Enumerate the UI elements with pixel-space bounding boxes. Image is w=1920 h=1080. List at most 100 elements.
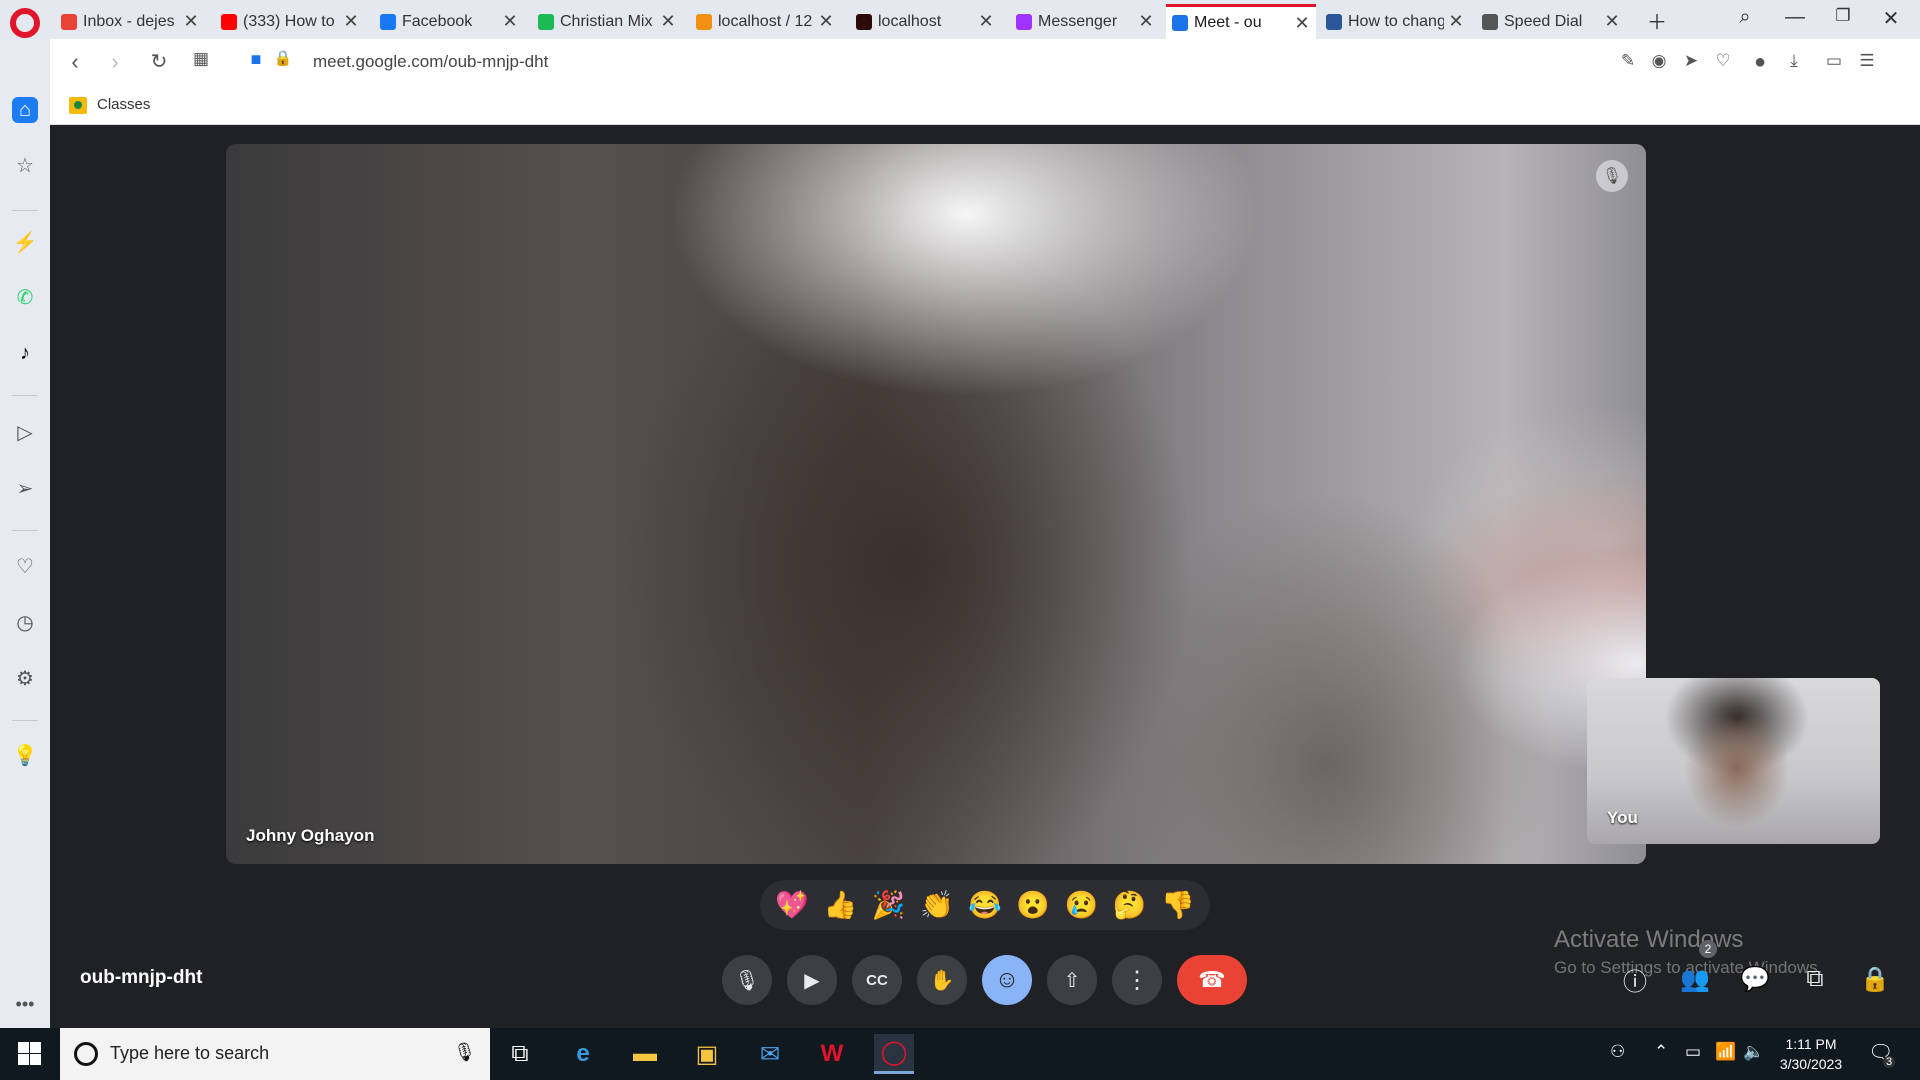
tab-1[interactable]: (333) How to ✕ — [215, 4, 365, 39]
tab-close-icon[interactable]: ✕ — [183, 11, 199, 32]
tab-close-icon[interactable]: ✕ — [1604, 11, 1620, 32]
url-field[interactable]: meet.google.com/oub-mnjp-dht — [313, 52, 548, 72]
tab-close-icon[interactable]: ✕ — [978, 11, 994, 32]
camera-icon[interactable]: ◉ — [1648, 51, 1670, 73]
camera-button[interactable]: ▶ — [787, 955, 837, 1005]
screen: Inbox - dejes ✕ (333) How to ✕ Facebook ✕ Chri… — [0, 0, 1920, 1080]
messenger-icon[interactable]: ⚡ — [12, 229, 38, 255]
people-tray-icon[interactable]: ⚇ — [1610, 1042, 1625, 1062]
battery-saver-icon[interactable]: ▭ — [1823, 51, 1845, 73]
reaction-emoji-6[interactable]: 😢 — [1060, 884, 1102, 926]
heart-icon[interactable]: ♡ — [1712, 51, 1734, 73]
reaction-emoji-7[interactable]: 🤔 — [1109, 884, 1151, 926]
forward-button[interactable]: › — [102, 49, 128, 75]
more-options-button[interactable]: ⋮ — [1112, 955, 1162, 1005]
task-view-icon[interactable]: ⧉ — [500, 1034, 540, 1074]
minimize-button[interactable]: — — [1780, 6, 1810, 29]
tab-6[interactable]: Messenger ✕ — [1010, 4, 1160, 39]
wifi-icon[interactable]: 📶 — [1715, 1042, 1736, 1062]
tab-5[interactable]: localhost ✕ — [850, 4, 1000, 39]
main-video-tile[interactable]: 🎙 Johny Oghayon — [226, 144, 1646, 864]
easy-setup-icon[interactable]: ☰ — [1856, 51, 1878, 73]
history-icon[interactable]: ◷ — [12, 609, 38, 635]
host-controls-button[interactable]: 🔒 — [1855, 957, 1895, 1001]
tab-4[interactable]: localhost / 12 ✕ — [690, 4, 840, 39]
volume-icon[interactable]: 🔈 — [1743, 1042, 1764, 1062]
home-icon[interactable]: ⌂ — [12, 97, 38, 123]
word-icon — [1326, 13, 1342, 30]
search-placeholder: Type here to search — [110, 1043, 270, 1063]
reaction-emoji-0[interactable]: 💖 — [771, 884, 813, 926]
battery-icon[interactable]: ▭ — [1685, 1042, 1701, 1062]
player-icon[interactable]: ▷ — [12, 419, 38, 445]
opera-taskbar-icon[interactable]: ◯ — [874, 1034, 914, 1074]
browser-tab-bar: Inbox - dejes ✕ (333) How to ✕ Facebook ✕ Chri… — [0, 0, 1920, 39]
taskbar-search[interactable]: Type here to search 🎙 — [60, 1028, 490, 1080]
tab-close-icon[interactable]: ✕ — [502, 11, 518, 32]
lock-icon[interactable]: 🔒 — [270, 49, 296, 67]
close-window-button[interactable]: ✕ — [1876, 6, 1906, 31]
reactions-button[interactable]: ☺ — [982, 955, 1032, 1005]
tab-8[interactable]: How to chang ✕ — [1320, 4, 1470, 39]
new-tab-button[interactable]: ＋ — [1642, 6, 1672, 35]
tab-close-icon[interactable]: ✕ — [1138, 11, 1154, 32]
voice-search-icon[interactable]: 🎙 — [453, 1042, 476, 1063]
opera-menu-icon[interactable] — [10, 8, 40, 38]
whatsapp-icon[interactable]: ✆ — [12, 284, 38, 310]
restore-button[interactable]: ❐ — [1828, 6, 1858, 26]
present-screen-button[interactable]: ⇧ — [1047, 955, 1097, 1005]
reaction-emoji-3[interactable]: 👏 — [916, 884, 958, 926]
tab-9[interactable]: Speed Dial ✕ — [1476, 4, 1626, 39]
more-icon[interactable]: ••• — [12, 991, 38, 1017]
tab-7[interactable]: Meet - ou ✕ — [1166, 4, 1316, 39]
download-icon[interactable]: ⤓ — [1783, 51, 1805, 73]
store-icon[interactable]: ▣ — [687, 1034, 727, 1074]
tab-close-icon[interactable]: ✕ — [343, 11, 359, 32]
microphone-button[interactable]: 🎙 — [722, 955, 772, 1005]
leave-call-button[interactable]: ☎ — [1177, 955, 1247, 1005]
tab-search-icon[interactable]: ⌕ — [1730, 6, 1760, 29]
captions-button[interactable]: CC — [852, 955, 902, 1005]
system-clock[interactable]: 1:11 PM 3/30/2023 — [1766, 1034, 1856, 1074]
tab-label: Facebook — [402, 12, 473, 30]
meeting-details-button[interactable]: ⓘ — [1615, 957, 1655, 1001]
bookmark-classes[interactable]: Classes — [97, 96, 150, 113]
reaction-emoji-8[interactable]: 👎 — [1157, 884, 1199, 926]
youtube-icon — [221, 13, 237, 30]
reaction-emoji-2[interactable]: 🎉 — [868, 884, 910, 926]
people-button[interactable]: 👥 — [1675, 957, 1715, 1001]
file-explorer-icon[interactable]: ▬ — [625, 1034, 665, 1074]
reaction-emoji-4[interactable]: 😂 — [964, 884, 1006, 926]
tab-2[interactable]: Facebook ✕ — [374, 4, 524, 39]
reaction-emoji-5[interactable]: 😮 — [1012, 884, 1054, 926]
bookmarks-icon[interactable]: ☆ — [12, 152, 38, 178]
camera-indicator-icon[interactable]: ■ — [243, 49, 269, 70]
profile-icon[interactable]: ● — [1749, 51, 1771, 73]
activities-button[interactable]: ⧉ — [1795, 957, 1835, 1001]
reaction-emoji-1[interactable]: 👍 — [819, 884, 861, 926]
windows-start-icon[interactable] — [10, 1040, 46, 1068]
pinboard-heart-icon[interactable]: ♡ — [12, 553, 38, 579]
settings-icon[interactable]: ⚙ — [12, 665, 38, 691]
raise-hand-button[interactable]: ✋ — [917, 955, 967, 1005]
tab-3[interactable]: Christian Mix ✕ — [532, 4, 682, 39]
tab-close-icon[interactable]: ✕ — [1448, 11, 1464, 32]
tab-close-icon[interactable]: ✕ — [818, 11, 834, 32]
tab-close-icon[interactable]: ✕ — [660, 11, 676, 32]
flow-icon[interactable]: ➢ — [12, 475, 38, 501]
tips-bulb-icon[interactable]: 💡 — [12, 742, 38, 768]
show-hidden-icons[interactable]: ⌃ — [1654, 1042, 1668, 1062]
tab-close-icon[interactable]: ✕ — [1294, 13, 1310, 34]
wps-office-icon[interactable]: W — [812, 1034, 852, 1074]
self-view-tile[interactable]: You — [1587, 678, 1880, 844]
tiktok-icon[interactable]: ♪ — [12, 340, 38, 366]
mail-icon[interactable]: ✉ — [750, 1034, 790, 1074]
reload-button[interactable]: ↻ — [146, 49, 172, 74]
tab-0[interactable]: Inbox - dejes ✕ — [55, 4, 205, 39]
snapshot-edit-icon[interactable]: ✎ — [1617, 51, 1639, 73]
tabs-grid-icon[interactable]: ▦ — [188, 49, 214, 69]
send-icon[interactable]: ➤ — [1680, 51, 1702, 73]
edge-icon[interactable]: e — [563, 1034, 603, 1074]
back-button[interactable]: ‹ — [62, 49, 88, 75]
chat-button[interactable]: 💬 — [1735, 957, 1775, 1001]
